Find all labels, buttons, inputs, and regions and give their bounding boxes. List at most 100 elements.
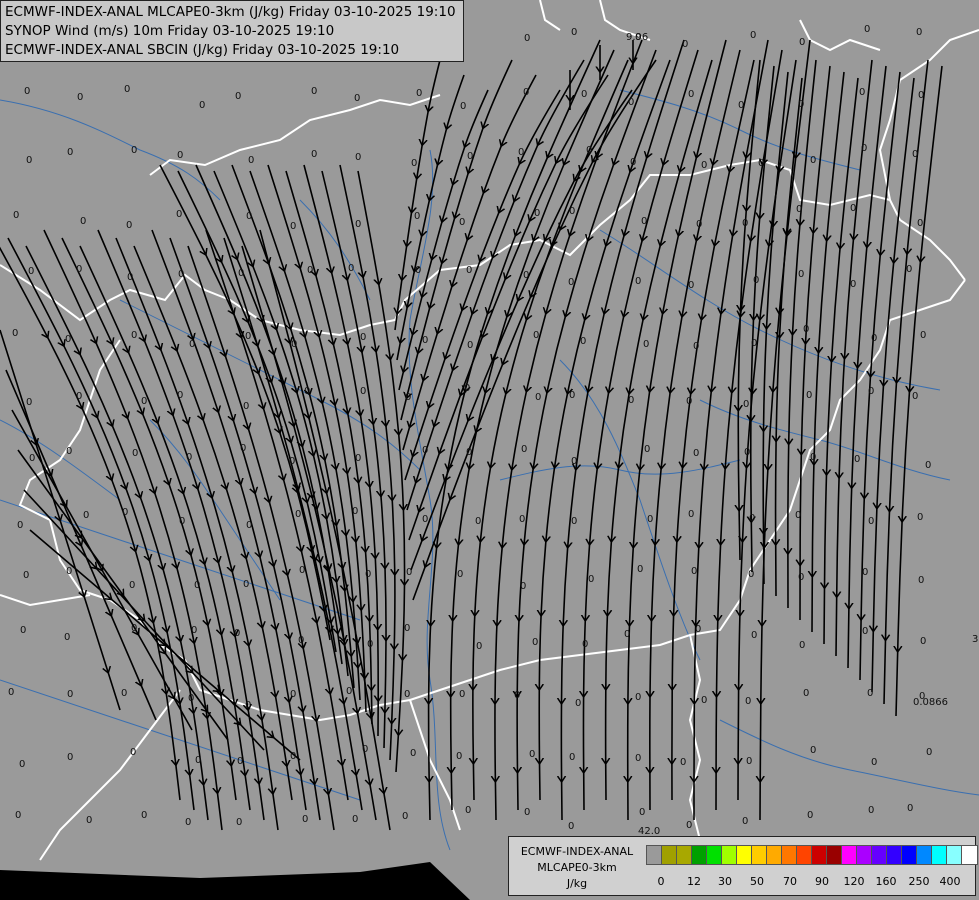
value-label-zero: 0 xyxy=(130,747,136,758)
value-label-zero: 0 xyxy=(568,821,574,832)
value-label-zero: 0 xyxy=(925,460,931,471)
value-label-zero: 0 xyxy=(641,216,647,227)
value-label-zero: 0 xyxy=(404,623,410,634)
value-label-zero: 0 xyxy=(295,509,301,520)
value-label-zero: 0 xyxy=(195,755,201,766)
value-label-zero: 0 xyxy=(64,632,70,643)
value-label-zero: 0 xyxy=(348,263,354,274)
value-label-zero: 0 xyxy=(422,514,428,525)
value-label-zero: 0 xyxy=(628,395,634,406)
value-label-zero: 0 xyxy=(466,447,472,458)
legend-tick-label: 50 xyxy=(750,875,764,888)
value-label-zero: 0 xyxy=(406,567,412,578)
value-label-zero: 0 xyxy=(862,626,868,637)
value-label-zero: 0 xyxy=(122,507,128,518)
value-label-zero: 0 xyxy=(13,210,19,221)
value-label-zero: 0 xyxy=(918,575,924,586)
value-label-zero: 0 xyxy=(245,331,251,342)
value-label-zero: 0 xyxy=(524,33,530,44)
value-label-zero: 0 xyxy=(810,452,816,463)
value-label-zero: 0 xyxy=(798,269,804,280)
value-label-zero: 0 xyxy=(864,24,870,35)
value-label-zero: 0 xyxy=(355,453,361,464)
value-label-zero: 0 xyxy=(639,807,645,818)
value-label-zero: 0 xyxy=(66,446,72,457)
value-label-zero: 0 xyxy=(861,143,867,154)
value-label-zero: 0 xyxy=(742,816,748,827)
value-label-zero: 0 xyxy=(569,390,575,401)
value-label-zero: 0 xyxy=(630,157,636,168)
value-label-zero: 0 xyxy=(414,211,420,222)
value-label-zero: 0 xyxy=(920,636,926,647)
legend-subtitle: MLCAPE0-3km xyxy=(537,861,617,874)
value-label-zero: 0 xyxy=(352,506,358,517)
value-label-zero: 0 xyxy=(691,566,697,577)
value-label-zero: 0 xyxy=(234,628,240,639)
value-label-zero: 0 xyxy=(571,516,577,527)
value-label-zero: 0 xyxy=(862,567,868,578)
value-label-zero: 0 xyxy=(290,751,296,762)
value-label-zero: 0 xyxy=(806,390,812,401)
value-label-zero: 0 xyxy=(796,204,802,215)
value-label-zero: 0 xyxy=(912,391,918,402)
value-label-zero: 0 xyxy=(476,641,482,652)
value-label-zero: 0 xyxy=(410,748,416,759)
value-label-zero: 0 xyxy=(23,570,29,581)
value-label-zero: 0 xyxy=(868,805,874,816)
value-label-zero: 0 xyxy=(124,84,130,95)
value-label-zero: 0 xyxy=(86,815,92,826)
value-label-zero: 0 xyxy=(686,820,692,831)
value-label-zero: 0 xyxy=(523,87,529,98)
value-label-zero: 0 xyxy=(529,749,535,760)
value-label-zero: 0 xyxy=(362,744,368,755)
color-legend: ECMWF-INDEX-ANAL MLCAPE0-3km J/kg 0 12 30 5… xyxy=(508,836,978,896)
value-label-zero: 0 xyxy=(519,514,525,525)
value-label-zero: 0 xyxy=(416,88,422,99)
legend-unit: J/kg xyxy=(566,877,588,890)
value-label-zero: 0 xyxy=(523,270,529,281)
weather-map: 0 0 0 0 0 0 0 0 0 0 0 0 0 0 0 0 0 0 0 0 0 0 0 0 0 0 0 0 0 0 0 0 0 0 0 0 0 0 0 0… xyxy=(0,0,979,900)
value-label-9-96: 9.96 xyxy=(626,32,648,43)
value-label-zero: 0 xyxy=(571,456,577,467)
value-label-zero: 0 xyxy=(871,333,877,344)
value-label-zero: 0 xyxy=(688,89,694,100)
value-label-zero: 0 xyxy=(360,386,366,397)
value-label-zero: 0 xyxy=(568,277,574,288)
value-label-zero: 0 xyxy=(8,687,14,698)
value-label-zero: 0 xyxy=(177,390,183,401)
value-label-zero: 0 xyxy=(688,509,694,520)
value-label-zero: 0 xyxy=(178,269,184,280)
value-label-zero: 0 xyxy=(191,625,197,636)
value-label-zero: 0 xyxy=(459,217,465,228)
value-label-zero: 0 xyxy=(289,456,295,467)
value-label-zero: 0 xyxy=(467,151,473,162)
value-label-zero: 0 xyxy=(753,275,759,286)
value-label-zero: 0 xyxy=(742,218,748,229)
value-label-zero: 0 xyxy=(524,807,530,818)
value-label-zero: 0 xyxy=(131,330,137,341)
value-label-zero: 0 xyxy=(581,89,587,100)
value-label-zero: 0 xyxy=(746,756,752,767)
value-label-zero: 0 xyxy=(643,339,649,350)
value-label-zero: 0 xyxy=(695,624,701,635)
map-background xyxy=(0,0,979,900)
header-line-mlcape: ECMWF-INDEX-ANAL MLCAPE0-3km (J/kg) Frid… xyxy=(5,4,456,20)
value-label-zero: 0 xyxy=(582,639,588,650)
value-label-zero: 0 xyxy=(635,276,641,287)
value-label-zero: 0 xyxy=(177,150,183,161)
value-label-zero: 0 xyxy=(17,520,23,531)
value-label-zero: 0 xyxy=(907,803,913,814)
value-label-zero: 0 xyxy=(12,328,18,339)
value-label-zero: 0 xyxy=(533,330,539,341)
value-label-zero: 0 xyxy=(917,218,923,229)
legend-title: ECMWF-INDEX-ANAL xyxy=(520,845,634,858)
value-label-zero: 0 xyxy=(459,689,465,700)
value-label-zero: 0 xyxy=(26,155,32,166)
value-label-zero: 0 xyxy=(918,90,924,101)
value-label-zero: 0 xyxy=(688,280,694,291)
value-label-zero: 0 xyxy=(311,86,317,97)
value-label-zero: 0 xyxy=(693,341,699,352)
value-label-zero: 0 xyxy=(743,399,749,410)
value-label-zero: 0 xyxy=(810,745,816,756)
value-label-zero: 0 xyxy=(799,640,805,651)
